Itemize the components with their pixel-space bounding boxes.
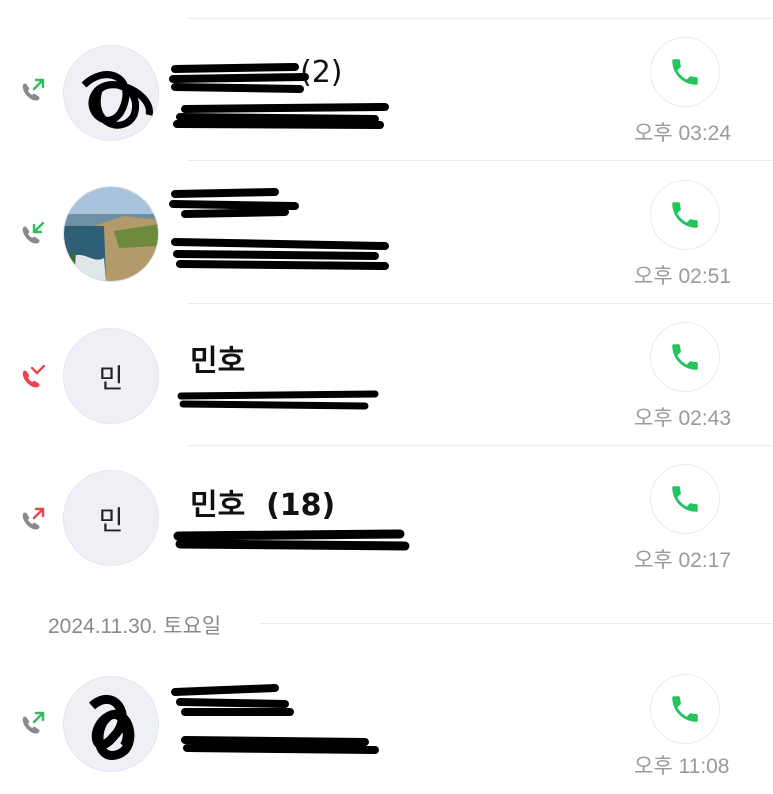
phone-icon — [672, 696, 698, 722]
avatar[interactable]: 민 — [63, 328, 159, 424]
redacted-scribble — [81, 71, 153, 129]
missed-call-icon — [22, 364, 46, 388]
call-log-row[interactable]: 민 민호 오후 02:43 — [0, 304, 773, 446]
call-button[interactable] — [650, 322, 720, 392]
outgoing-call-icon — [22, 507, 45, 530]
call-log-row[interactable]: 오후 02:51 — [0, 162, 773, 304]
phone-icon — [672, 59, 698, 85]
avatar[interactable]: 민 — [63, 470, 159, 566]
call-button[interactable] — [650, 464, 720, 534]
outgoing-call-icon — [22, 711, 45, 734]
phone-icon — [672, 202, 698, 228]
date-section-header: 2024.11.30. 토요일 — [48, 615, 222, 638]
coastal-cliff-photo — [64, 187, 158, 281]
contact-name: 민호 — [190, 344, 246, 379]
avatar-initial: 민 — [98, 363, 124, 395]
call-time: 오후 02:17 — [634, 549, 732, 572]
call-time: 오후 02:51 — [634, 265, 732, 288]
avatar[interactable] — [63, 186, 159, 282]
contact-name: 민호 (18) — [190, 488, 336, 523]
call-log-row[interactable]: 민 민호 (18) 오후 02:17 — [0, 446, 773, 588]
phone-icon — [672, 486, 698, 512]
redacted-scribble — [88, 695, 135, 760]
call-time: 오후 03:24 — [634, 122, 732, 145]
call-time: 오후 02:43 — [634, 407, 732, 430]
call-time: 오후 11:08 — [634, 755, 730, 778]
incoming-call-icon — [22, 221, 45, 244]
call-log-row[interactable]: 오후 11:08 — [0, 652, 773, 794]
redacted-scribble — [177, 390, 379, 410]
call-button[interactable] — [650, 180, 720, 250]
redacted-scribble — [173, 529, 410, 551]
avatar[interactable] — [63, 676, 159, 772]
date-divider — [260, 623, 773, 624]
avatar[interactable] — [63, 45, 159, 141]
redacted-scribble — [171, 684, 379, 754]
call-button[interactable] — [650, 674, 720, 744]
row-divider — [188, 160, 773, 161]
outgoing-call-icon — [22, 78, 45, 101]
phone-icon — [672, 344, 698, 370]
call-button[interactable] — [650, 37, 720, 107]
avatar-initial: 민 — [98, 505, 124, 537]
redacted-scribble — [169, 188, 389, 270]
call-log-row[interactable]: (2) 오후 03:24 — [0, 19, 773, 161]
redacted-scribble — [169, 63, 389, 129]
